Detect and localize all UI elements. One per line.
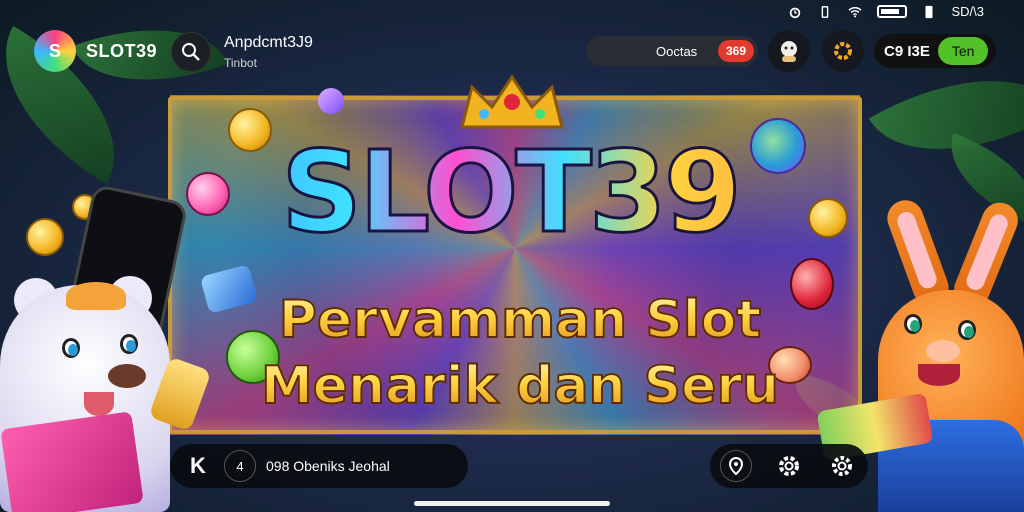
pill-label: Ooctas [656,43,698,59]
hero-title: SLOT39 [240,127,780,260]
bunny-eye [904,314,922,334]
coin-decoration [790,258,834,310]
cog-button[interactable] [773,450,805,482]
back-button[interactable]: K [182,450,214,482]
coin-decoration [186,172,230,216]
status-bar: SD/\3 [787,4,984,19]
gear-icon [831,456,852,476]
brand-logo: S [34,30,76,72]
pill-badge: 369 [717,40,754,62]
bunny-snout [926,340,960,362]
coin-decoration [26,218,64,256]
app-subtitle: Tinbot [224,56,257,70]
settings-button[interactable] [822,30,864,72]
brand-name: SLOT39 [86,40,158,61]
bear-hair [66,282,126,310]
topup-button[interactable]: Ten [937,37,989,65]
balance-value: C9 I3E [884,42,930,60]
bottom-nav-right [710,444,868,488]
hero-subtitle-line2: Menarik dan Seru [260,355,780,417]
search-button[interactable] [171,32,211,72]
wifi-icon [848,6,863,17]
brand[interactable]: S SLOT39 [34,30,157,72]
hero-subtitle-line1: Pervamman Slot [260,289,780,351]
cog-icon [778,456,799,476]
crown-emblem [460,74,564,129]
alarm-icon [790,7,801,18]
location-button[interactable] [720,450,753,482]
status-text: SD/\3 [951,4,984,19]
info-button[interactable]: 4 [224,450,256,482]
coin-decoration [808,198,848,238]
bunny-eye [958,320,976,340]
location-pin-icon [729,456,744,476]
battery-icon [877,5,908,18]
gem-decoration [318,88,344,114]
app-title: Anpdcmt3J9 [224,34,313,51]
gift-box-illustration [0,411,144,512]
notification-pill[interactable]: Ooctas 369 [586,36,758,66]
settings-gear-button[interactable] [826,450,858,482]
sd-icon [925,5,933,18]
avatar-button[interactable] [768,30,810,72]
mascot-avatar-icon [781,41,797,62]
bear-eye [62,338,80,358]
bear-nose [108,364,146,388]
bear-mouth [84,392,114,416]
bunny-mouth [918,364,960,386]
home-indicator[interactable] [414,501,610,506]
bottom-label: 098 Obeniks Jeohal [266,458,390,474]
vibrate-icon [822,5,829,18]
bottom-nav-left: K 4 098 Obeniks Jeohal [170,444,468,488]
back-icon: K [190,453,206,478]
info-icon: 4 [236,458,244,474]
logo-letter: S [48,40,61,61]
search-icon [182,43,200,61]
gear-icon [834,42,852,60]
balance-display: C9 I3E Ten [874,34,996,68]
bear-eye [120,334,138,354]
